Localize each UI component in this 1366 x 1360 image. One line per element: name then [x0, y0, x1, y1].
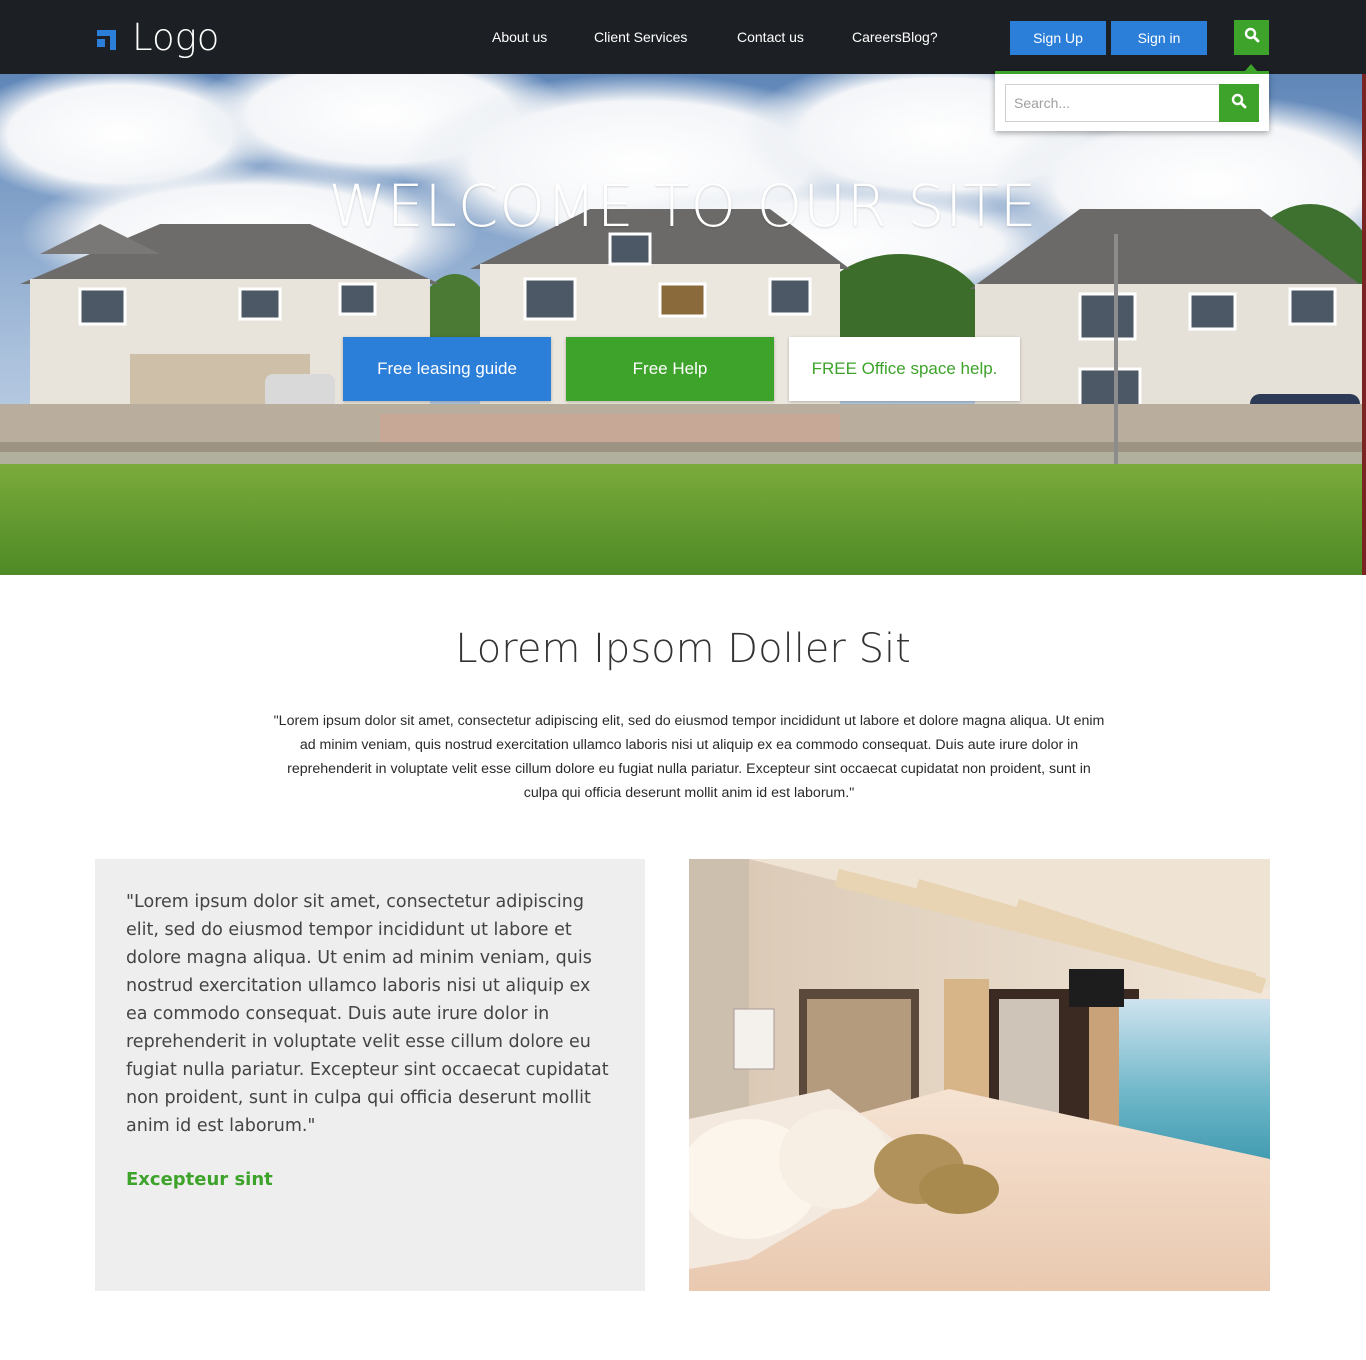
nav-item-careers-blog[interactable]: CareersBlog?: [852, 29, 938, 45]
logo-text: Logo: [132, 16, 220, 59]
search-submit-button[interactable]: [1219, 84, 1259, 122]
feature-quote-box: "Lorem ipsum dolor sit amet, consectetur…: [95, 859, 645, 1291]
bedroom-photo: [689, 859, 1270, 1291]
search-toggle-button[interactable]: [1234, 20, 1269, 55]
intro-paragraph: "Lorem ipsum dolor sit amet, consectetur…: [273, 713, 1105, 801]
top-navigation-bar: Logo About us Client Services Contact us…: [0, 0, 1366, 74]
free-office-space-help-button[interactable]: FREE Office space help.: [789, 337, 1020, 401]
section-heading: Lorem Ipsom Doller Sit: [455, 626, 911, 672]
search-dropdown-caret: [1245, 64, 1257, 71]
search-icon: [1231, 93, 1247, 114]
feature-link[interactable]: Excepteur sint: [126, 1169, 273, 1190]
logo-mark-icon: [94, 24, 122, 52]
sign-in-button[interactable]: Sign in: [1111, 21, 1207, 55]
search-icon: [1244, 27, 1260, 48]
site-logo[interactable]: Logo: [94, 16, 219, 60]
search-dropdown: [995, 71, 1269, 131]
nav-item-client-services[interactable]: Client Services: [594, 29, 687, 45]
sign-up-button[interactable]: Sign Up: [1010, 21, 1106, 55]
free-leasing-guide-button[interactable]: Free leasing guide: [343, 337, 551, 401]
hero-house-photo: [0, 74, 1366, 575]
nav-item-contact-us[interactable]: Contact us: [737, 29, 804, 45]
hero-title: WELCOME TO OUR SITE: [328, 172, 1038, 240]
search-input[interactable]: [1005, 84, 1220, 122]
nav-item-about-us[interactable]: About us: [492, 29, 547, 45]
hero-banner: WELCOME TO OUR SITE Free leasing guide F…: [0, 74, 1366, 575]
free-help-button[interactable]: Free Help: [566, 337, 774, 401]
feature-quote-text: "Lorem ipsum dolor sit amet, consectetur…: [126, 892, 609, 1136]
